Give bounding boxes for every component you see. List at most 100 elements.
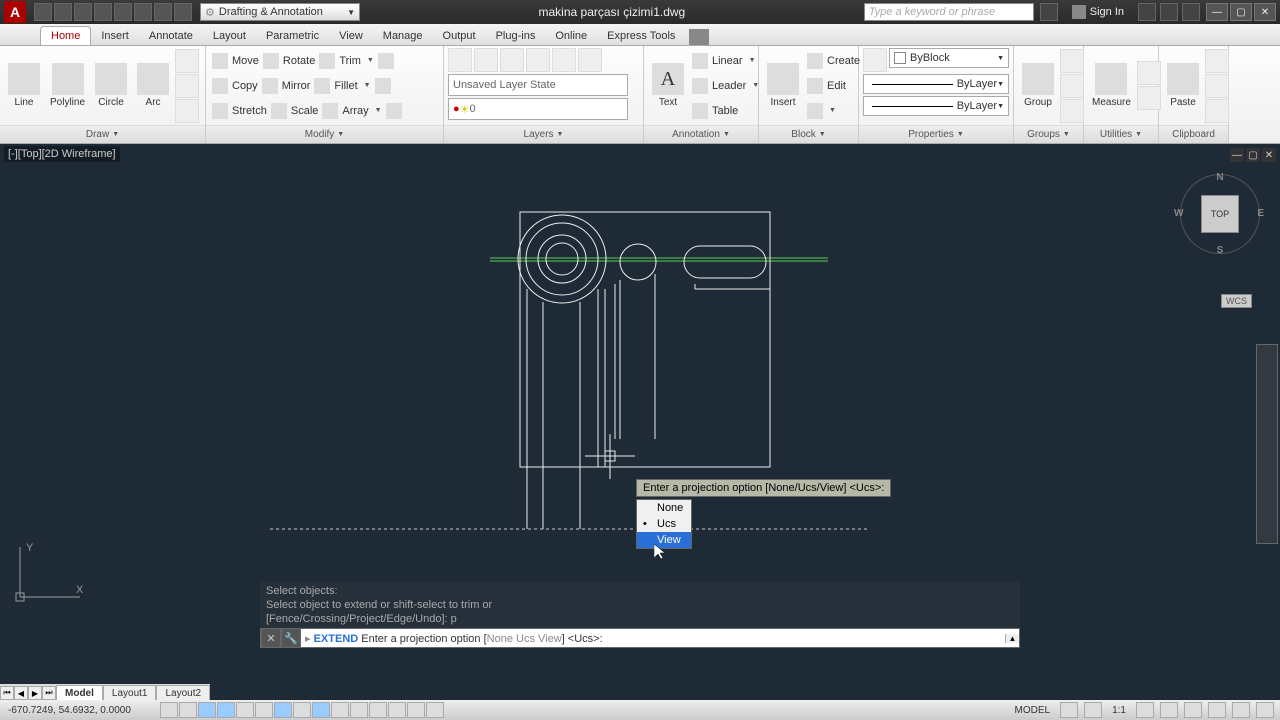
- tab-manage[interactable]: Manage: [373, 27, 433, 45]
- help-icon[interactable]: [1182, 3, 1200, 21]
- ortho-toggle[interactable]: [198, 702, 216, 718]
- color-combo[interactable]: ByBlock▼: [889, 48, 1009, 68]
- maximize-button[interactable]: ▢: [1230, 3, 1252, 21]
- paste-button[interactable]: Paste: [1163, 61, 1203, 110]
- drawing-area[interactable]: [-][Top][2D Wireframe] — ▢ ✕: [0, 144, 1280, 680]
- menu-item-view[interactable]: View: [637, 532, 691, 548]
- explode-icon[interactable]: [375, 78, 391, 94]
- qat-open-icon[interactable]: [54, 3, 72, 21]
- annoscale[interactable]: 1:1: [1108, 705, 1130, 716]
- editattr-button[interactable]: ▼: [805, 99, 862, 123]
- polar-toggle[interactable]: [217, 702, 235, 718]
- layout-first-button[interactable]: ⏮: [0, 686, 14, 700]
- osnap-toggle[interactable]: [236, 702, 254, 718]
- groupbbox-icon[interactable]: [1060, 99, 1084, 123]
- copy2-icon[interactable]: [1205, 74, 1229, 98]
- cmd-recent-button[interactable]: 🔧: [281, 628, 301, 648]
- qat-new-icon[interactable]: [34, 3, 52, 21]
- viewcube-n[interactable]: N: [1216, 172, 1223, 183]
- workspace-combo[interactable]: ⚙ Drafting & Annotation ▼: [200, 3, 360, 21]
- layeriso-icon[interactable]: [474, 48, 498, 72]
- table-button[interactable]: Table: [690, 99, 761, 123]
- panel-title-groups[interactable]: Groups▼: [1014, 125, 1083, 143]
- layerprop-icon[interactable]: [448, 48, 472, 72]
- signin-button[interactable]: Sign In: [1072, 5, 1124, 19]
- layer-state-combo[interactable]: Unsaved Layer State: [448, 74, 628, 96]
- qat-saveas-icon[interactable]: [94, 3, 112, 21]
- panel-title-modify[interactable]: Modify▼: [206, 125, 443, 143]
- navigation-bar[interactable]: [1256, 344, 1278, 544]
- cut-icon[interactable]: [1205, 49, 1229, 73]
- layout-prev-button[interactable]: ◀: [14, 686, 28, 700]
- stretch-button[interactable]: Stretch: [232, 105, 267, 117]
- modelspace-button[interactable]: MODEL: [1011, 705, 1055, 716]
- tab-layout[interactable]: Layout: [203, 27, 256, 45]
- isolate-icon[interactable]: [1232, 702, 1250, 718]
- erase-icon[interactable]: [378, 53, 394, 69]
- quickview-drawings-icon[interactable]: [1084, 702, 1102, 718]
- array-button[interactable]: Array: [342, 105, 368, 117]
- tab-extra-icon[interactable]: [689, 29, 709, 45]
- wcs-badge[interactable]: WCS: [1221, 294, 1252, 308]
- annovis-icon[interactable]: [1160, 702, 1178, 718]
- groupedit-icon[interactable]: [1060, 74, 1084, 98]
- stayconnected-icon[interactable]: [1160, 3, 1178, 21]
- 3dosnap-toggle[interactable]: [255, 702, 273, 718]
- trim-button[interactable]: Trim: [339, 55, 361, 67]
- fillet-button[interactable]: Fillet: [334, 80, 357, 92]
- grid-toggle[interactable]: [179, 702, 197, 718]
- search-icon[interactable]: [1040, 3, 1058, 21]
- layerfreeze-icon[interactable]: [500, 48, 524, 72]
- viewcube-s[interactable]: S: [1217, 245, 1224, 256]
- offset-icon[interactable]: [386, 103, 402, 119]
- cleanscreen-icon[interactable]: [1256, 702, 1274, 718]
- tab-parametric[interactable]: Parametric: [256, 27, 329, 45]
- viewcube[interactable]: N S E W TOP: [1180, 174, 1260, 254]
- cmd-expand-button[interactable]: ▲: [1005, 634, 1019, 643]
- rotate-button[interactable]: Rotate: [283, 55, 315, 67]
- quickcalc-icon[interactable]: [1137, 86, 1161, 110]
- layout-tab-model[interactable]: Model: [56, 685, 103, 702]
- layout-next-button[interactable]: ▶: [28, 686, 42, 700]
- panel-title-annotation[interactable]: Annotation▼: [644, 125, 758, 143]
- layeroff-icon[interactable]: [526, 48, 550, 72]
- layer-combo[interactable]: ● ☀ 0: [448, 98, 628, 120]
- annoscale-icon[interactable]: [1136, 702, 1154, 718]
- tab-online[interactable]: Online: [545, 27, 597, 45]
- matchprop-icon[interactable]: [863, 48, 887, 72]
- command-line[interactable]: ✕ 🔧 ▸ EXTEND Enter a projection option […: [260, 628, 1020, 648]
- tab-plugins[interactable]: Plug-ins: [486, 27, 546, 45]
- exchange-icon[interactable]: [1138, 3, 1156, 21]
- layout-last-button[interactable]: ⏭: [42, 686, 56, 700]
- select-icon[interactable]: [1137, 61, 1161, 85]
- arc-button[interactable]: Arc: [133, 61, 173, 110]
- hardware-accel-icon[interactable]: [1208, 702, 1226, 718]
- cmd-close-button[interactable]: ✕: [261, 628, 281, 648]
- leader-button[interactable]: Leader▼: [690, 74, 761, 98]
- workspace-switch-icon[interactable]: [1184, 702, 1202, 718]
- layermatch-icon[interactable]: [578, 48, 602, 72]
- minimize-button[interactable]: —: [1206, 3, 1228, 21]
- menu-item-ucs[interactable]: Ucs: [637, 516, 691, 532]
- panel-title-properties[interactable]: Properties▼: [859, 125, 1013, 143]
- layerlock-icon[interactable]: [552, 48, 576, 72]
- panel-title-block[interactable]: Block▼: [759, 125, 858, 143]
- tab-view[interactable]: View: [329, 27, 373, 45]
- panel-title-layers[interactable]: Layers▼: [444, 125, 643, 143]
- layout-tab-layout1[interactable]: Layout1: [103, 685, 157, 702]
- line-button[interactable]: Line: [4, 61, 44, 110]
- edit-button[interactable]: Edit: [805, 74, 862, 98]
- linear-button[interactable]: Linear▼: [690, 49, 761, 73]
- viewcube-e[interactable]: E: [1257, 208, 1264, 219]
- qat-print-icon[interactable]: [174, 3, 192, 21]
- tray-toggle[interactable]: [426, 702, 444, 718]
- tab-insert[interactable]: Insert: [91, 27, 139, 45]
- linetype-combo[interactable]: ByLayer▼: [863, 74, 1009, 94]
- qat-save-icon[interactable]: [74, 3, 92, 21]
- layout-tab-layout2[interactable]: Layout2: [156, 685, 210, 702]
- create-button[interactable]: Create: [805, 49, 862, 73]
- insert-button[interactable]: Insert: [763, 61, 803, 110]
- polygon-icon[interactable]: [175, 49, 199, 73]
- otrack-toggle[interactable]: [274, 702, 292, 718]
- circle-button[interactable]: Circle: [91, 61, 131, 110]
